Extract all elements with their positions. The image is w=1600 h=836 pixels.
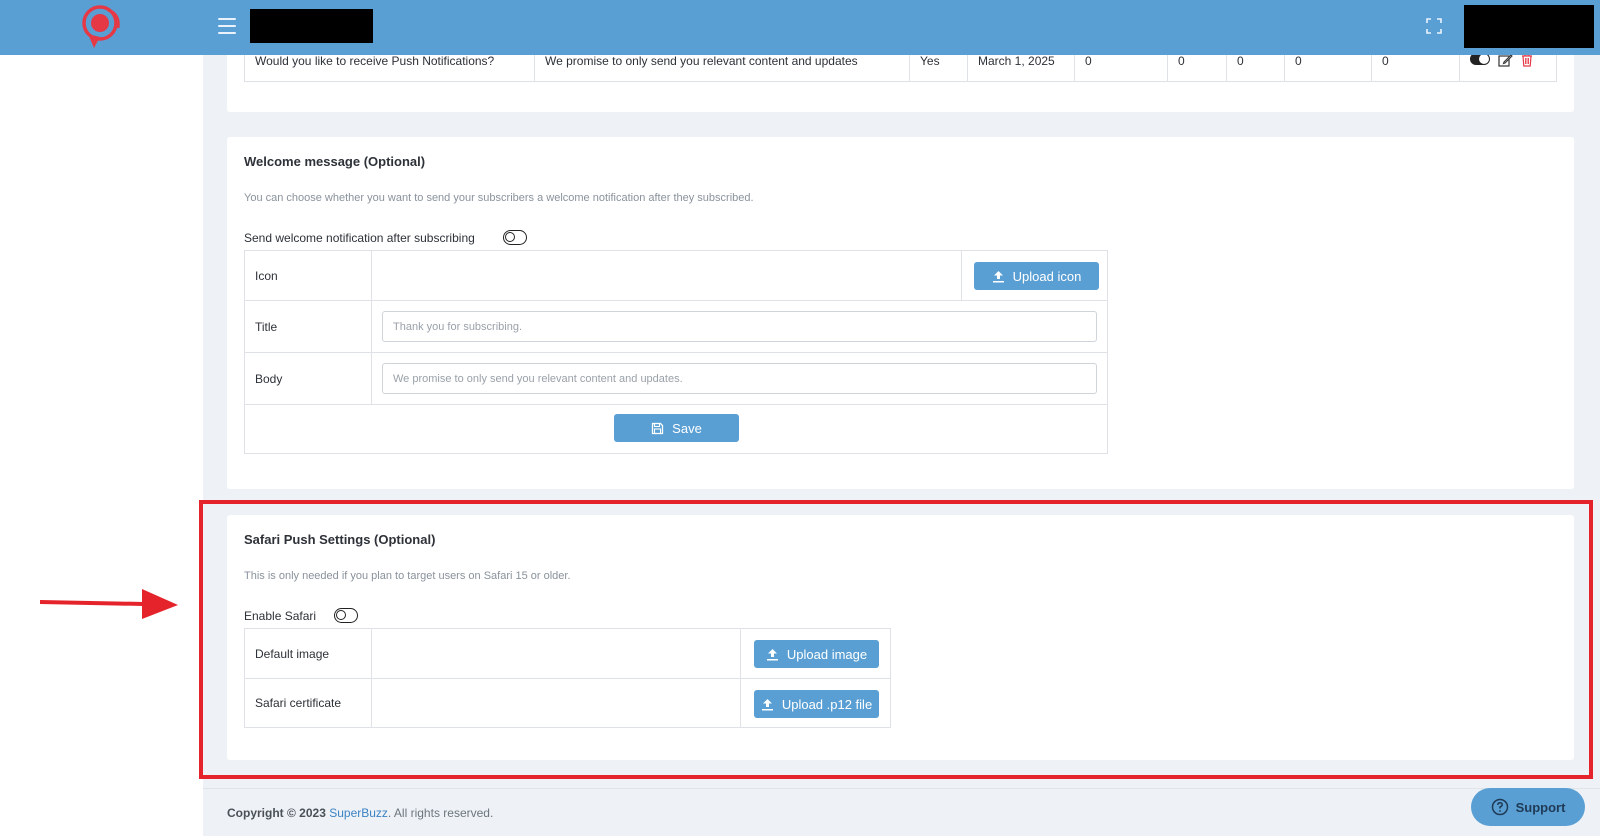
upload-icon-button[interactable]: Upload icon	[974, 262, 1099, 290]
support-label: Support	[1515, 799, 1566, 815]
left-sidebar	[0, 55, 203, 836]
title-row: Title	[245, 300, 1107, 352]
help-circle-icon	[1491, 798, 1508, 816]
top-navbar	[0, 0, 1600, 55]
icon-row-label: Icon	[245, 251, 372, 300]
body-row-label: Body	[245, 353, 372, 404]
notifications-table-card: Would you like to receive Push Notificat…	[227, 48, 1574, 112]
superbuzz-link[interactable]: SuperBuzz	[329, 806, 388, 820]
save-button-label: Save	[672, 420, 702, 436]
copyright-suffix: . All rights reserved.	[387, 806, 494, 820]
hamburger-menu-icon[interactable]	[218, 18, 236, 34]
title-row-label: Title	[245, 301, 372, 352]
support-button[interactable]: Support	[1471, 788, 1585, 826]
body-row: Body	[245, 352, 1107, 404]
annotation-highlight-box	[199, 500, 1593, 779]
title-input[interactable]	[382, 311, 1097, 342]
footer-copyright: Copyright © 2023 SuperBuzz. All rights r…	[227, 806, 493, 820]
welcome-form-table: Icon Upload icon Title Body Save	[244, 250, 1108, 454]
welcome-card-title: Welcome message (Optional)	[244, 154, 426, 169]
upload-icon-button-label: Upload icon	[1012, 268, 1082, 284]
welcome-message-card: Welcome message (Optional) You can choos…	[227, 137, 1574, 489]
fullscreen-icon[interactable]	[1426, 18, 1442, 34]
save-button[interactable]: Save	[614, 414, 739, 442]
floppy-disk-icon	[652, 422, 664, 434]
copyright-prefix: Copyright © 2023	[227, 806, 326, 820]
trash-icon[interactable]	[1521, 53, 1533, 67]
annotation-arrow-icon	[40, 589, 178, 619]
logo-icon[interactable]	[80, 4, 122, 50]
save-row: Save	[245, 404, 1107, 453]
edit-icon[interactable]	[1498, 53, 1513, 67]
row-divider	[961, 251, 962, 300]
welcome-card-hint: You can choose whether you want to send …	[244, 192, 754, 204]
redacted-user-block	[1464, 5, 1594, 48]
redacted-block	[250, 9, 373, 43]
welcome-toggle-label: Send welcome notification after subscrib…	[244, 231, 475, 245]
icon-row: Icon Upload icon	[245, 251, 1107, 300]
body-input[interactable]	[382, 363, 1097, 394]
footer-divider	[203, 788, 1600, 789]
welcome-notification-toggle[interactable]	[503, 230, 527, 245]
upload-icon	[992, 270, 1004, 282]
